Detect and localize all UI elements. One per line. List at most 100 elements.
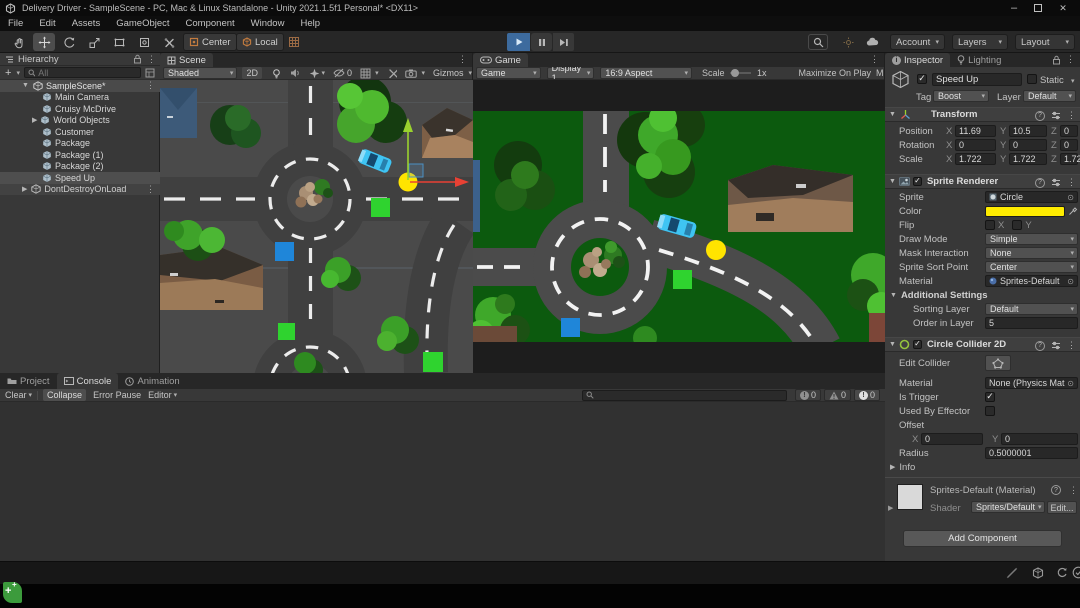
pause-button[interactable] [531,33,552,51]
layout-dropdown[interactable]: Layout ▾ [1015,34,1075,50]
rotation-y-field[interactable]: 0 [1009,139,1047,151]
plastic-scm-tray-icon[interactable]: + + [3,581,22,603]
gizmos-dropdown[interactable]: Gizmos ▾ [433,68,472,78]
menu-component[interactable]: Component [178,16,243,31]
menu-assets[interactable]: Assets [64,16,109,31]
create-object-button[interactable]: + [5,67,11,79]
hand-tool-button[interactable] [8,33,30,51]
2d-toggle-button[interactable]: 2D [242,67,262,79]
tab-animation[interactable]: Animation [118,373,186,389]
scene-audio-toggle-icon[interactable] [290,68,300,78]
gameobject-name-input[interactable] [936,74,1018,85]
scene-lighting-toggle-icon[interactable] [271,68,281,79]
color-swatch[interactable] [985,205,1065,217]
flip-x-checkbox[interactable] [985,220,995,230]
status-check-icon[interactable] [1072,566,1080,579]
scene-tools-icon[interactable] [388,68,398,79]
chevron-down-icon[interactable]: ▾ [1071,77,1075,85]
hierarchy-item-package[interactable]: Package [0,138,160,150]
lock-icon[interactable] [133,54,142,64]
tag-dropdown[interactable]: Boost ▾ [933,90,989,102]
used-by-effector-checkbox[interactable] [985,406,995,416]
position-z-field[interactable]: 0 [1060,125,1078,137]
status-brush-icon[interactable] [1006,567,1018,579]
add-component-button[interactable]: Add Component [903,530,1062,547]
sprite-renderer-header[interactable]: ▼ ✓ Sprite Renderer ? ⋮ [885,174,1080,189]
hierarchy-item-package-2[interactable]: Package (2) [0,161,160,173]
scale-z-field[interactable]: 1.722 [1060,153,1080,165]
rotate-tool-button[interactable] [58,33,80,51]
custom-tool-button[interactable] [158,33,180,51]
editor-dropdown[interactable]: Editor [148,390,172,400]
tab-game[interactable]: Game [473,53,528,67]
help-icon[interactable]: ? [1035,110,1045,121]
position-x-field[interactable]: 11.69 [955,125,996,137]
display-target-dropdown[interactable]: Game ▾ [476,67,541,79]
scene-picker-icon[interactable] [145,68,155,78]
console-search-input[interactable] [596,390,783,400]
hierarchy-item-main-camera[interactable]: Main Camera [0,92,160,104]
material-preview[interactable] [897,484,923,510]
menu-help[interactable]: Help [292,16,328,31]
order-in-layer-field[interactable]: 5 [985,317,1078,329]
hidden-objects-toggle[interactable]: 0 [333,68,352,78]
tab-inspector[interactable]: i Inspector [885,53,951,67]
sorting-layer-dropdown[interactable]: Default ▾ [985,303,1078,315]
minimize-button[interactable]: – [1002,2,1026,14]
chevron-down-icon[interactable]: ▾ [322,69,326,77]
console-search-field[interactable] [581,389,787,401]
menu-edit[interactable]: Edit [31,16,63,31]
display-dropdown[interactable]: Display 1 ▾ [546,67,595,79]
hierarchy-search-field[interactable] [23,67,141,78]
material-object-field[interactable]: Sprites-Default ⊙ [985,275,1078,287]
move-tool-button[interactable] [33,33,55,51]
offset-x-field[interactable]: 0 [921,433,983,445]
chevron-down-icon[interactable]: ▾ [29,391,33,399]
hierarchy-search-input[interactable] [38,67,137,78]
foldout-open-icon[interactable]: ▼ [889,178,896,185]
transform-tool-button[interactable] [133,33,155,51]
flip-y-checkbox[interactable] [1012,220,1023,230]
draw-mode-dropdown[interactable]: Shaded ▾ [163,67,238,79]
component-enabled-checkbox[interactable]: ✓ [912,177,922,186]
tab-project[interactable]: Project [0,373,57,389]
collapse-toggle[interactable]: Collapse [43,389,87,401]
hierarchy-dontdestroyonload-row[interactable]: ▶ DontDestroyOnLoad ⋮ [0,183,160,195]
lock-icon[interactable] [1052,55,1061,65]
foldout-open-icon[interactable]: ▼ [889,111,896,118]
radius-field[interactable]: 0.5000001 [985,447,1078,459]
layers-dropdown[interactable]: Layers ▾ [952,34,1008,50]
grid-visibility-dropdown[interactable]: ▾ [360,68,379,79]
foldout-open-icon[interactable]: ▼ [889,341,896,348]
scene-camera-settings-dropdown[interactable]: ▾ [405,69,425,78]
eyedropper-icon[interactable] [1068,206,1078,216]
sort-point-dropdown[interactable]: Center ▾ [985,261,1078,273]
info-foldout[interactable]: ▶ Info [885,460,1080,474]
help-icon[interactable]: ? [1035,177,1045,188]
hierarchy-item-package-1[interactable]: Package (1) [0,149,160,161]
gameobject-name-field[interactable] [932,73,1022,86]
component-menu-button[interactable]: ⋮ [1067,340,1076,351]
shader-dropdown[interactable]: Sprites/Default ▾ [971,501,1045,513]
account-dropdown[interactable]: Account ▾ [890,34,945,50]
scene-canvas[interactable] [160,80,473,373]
foldout-open-icon[interactable]: ▼ [22,82,29,89]
maximize-button[interactable] [1026,4,1050,12]
scene-menu-button[interactable]: ⋮ [146,80,155,91]
chevron-down-icon[interactable]: ▾ [16,69,20,77]
scale-y-field[interactable]: 1.722 [1009,153,1047,165]
component-menu-button[interactable]: ⋮ [1067,177,1076,188]
scale-slider-knob[interactable] [731,69,740,77]
help-icon[interactable]: ? [1051,485,1061,495]
game-tab-menu[interactable]: ⋮ [870,54,879,65]
presets-icon[interactable] [1051,178,1061,187]
menu-window[interactable]: Window [243,16,293,31]
error-count-toggle[interactable]: ! 0 [853,389,880,401]
is-trigger-checkbox[interactable]: ✓ [985,392,995,402]
object-picker-icon[interactable]: ⊙ [1067,379,1074,388]
inspector-menu-button[interactable]: ⋮ [1066,54,1075,65]
maximize-on-play-toggle[interactable]: Maximize On Play [798,68,871,78]
rotation-mode-button[interactable]: Local [236,33,284,51]
rotation-x-field[interactable]: 0 [955,139,996,151]
layer-dropdown[interactable]: Default ▾ [1023,90,1076,102]
